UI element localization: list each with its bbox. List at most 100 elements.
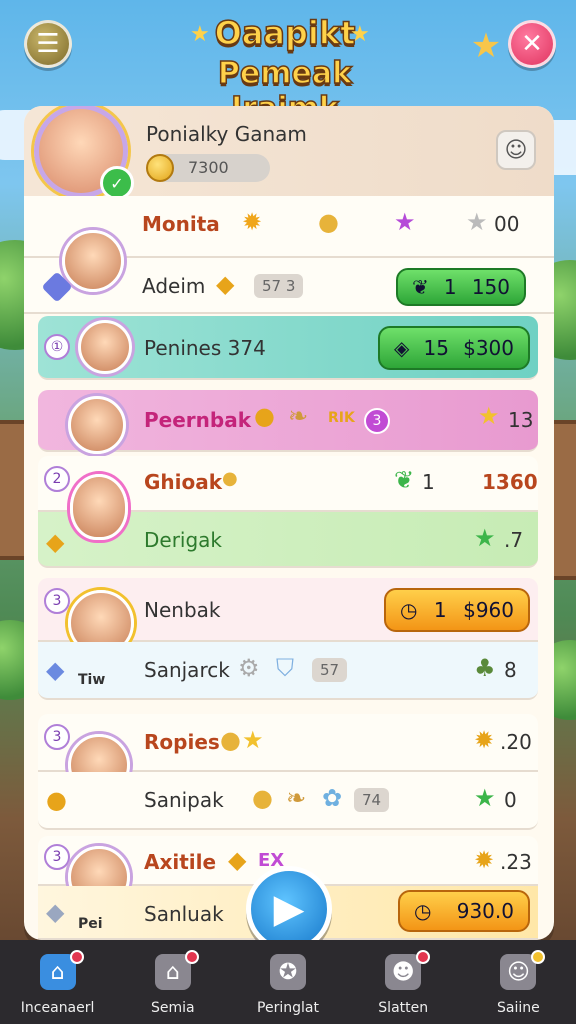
row-label: Ghioak (144, 470, 223, 494)
list-item[interactable]: ◆ Derigak ★ .7 (38, 474, 538, 568)
row-label: Sanjarck (144, 658, 230, 682)
coin-icon: ● (318, 208, 339, 236)
coin-icon (146, 154, 174, 182)
gear-icon: ✿ (322, 784, 343, 812)
list-item[interactable]: ◆ Tiw Sanjarck ⚙ ⛉ 57 ♣ 8 (38, 642, 538, 700)
sun-icon: ✹ (474, 846, 495, 874)
star-icon: ★ (474, 524, 496, 552)
nav-label: Peringlat (257, 1000, 319, 1016)
coin-icon: ● (252, 784, 273, 812)
level-chip: 57 3 (254, 274, 304, 298)
reward-count: 15 (423, 336, 449, 360)
name-tag: Tiw (78, 672, 106, 688)
top-bar: ☰ Oaapikt Pemeak Iraimk ★ ★ ★ ✕ (0, 0, 576, 127)
reward-count: 1 (443, 275, 457, 299)
level-chip: 74 (354, 788, 390, 812)
star-icon: ★ (466, 208, 488, 236)
reward-value: $960 (463, 598, 514, 622)
play-icon: ▶ (273, 886, 305, 932)
gem-icon: ◆ (46, 656, 65, 684)
level-badge: ✓ (100, 166, 134, 200)
row-label: Adeim (142, 274, 206, 298)
rank-badge: ① (44, 334, 70, 360)
star-icon: ★ (478, 402, 500, 430)
notification-dot (530, 950, 545, 964)
nav-item-slatten[interactable]: ☻ Slatten (346, 940, 461, 1024)
gold-icon: ◆ (228, 846, 247, 874)
gem-icon: ◈ (394, 336, 410, 360)
bonus-tag: RIK (328, 410, 355, 426)
coin-balance: 7300 (146, 154, 270, 182)
row-label: Axitile (144, 850, 217, 874)
score: 8 (504, 658, 517, 682)
nav-item-semia[interactable]: ⌂ Semia (115, 940, 230, 1024)
count: 1 (422, 470, 435, 494)
reward-button[interactable]: ◷ 1 $960 (384, 588, 530, 632)
trophy-icon: ✪ (270, 954, 306, 990)
score: .7 (504, 528, 524, 552)
gem-icon: ◆ (46, 898, 65, 926)
row-label: Ropies (144, 730, 220, 754)
close-button[interactable]: ✕ (508, 20, 556, 68)
row-label: Sanipak (144, 788, 224, 812)
coin-icon: ● (46, 786, 67, 814)
list-item[interactable]: 3 Nenbak ◷ 1 $960 (38, 578, 538, 656)
leaderboard-panel: ✓ Ponialky Ganam 7300 ☺ Monita ✹ ● ★ ★ 0… (24, 106, 554, 940)
row-label: Nenbak (144, 598, 221, 622)
shield-icon: ⛉ (276, 654, 294, 682)
star-icon: ★ (470, 26, 502, 66)
coin-icon: ● (222, 468, 238, 489)
nav-label: Slatten (378, 1000, 429, 1016)
level-chip: 57 (312, 658, 348, 682)
tree-icon: ♣ (474, 654, 496, 682)
list-item[interactable]: Adeim ◆ 57 3 ❦ 1 150 (24, 230, 554, 314)
nav-item-home[interactable]: ⌂ Inceanaerl (0, 940, 115, 1024)
reward-count: 1 (433, 598, 447, 622)
player-name: Ponialky Ganam (146, 122, 307, 146)
star-icon: ★ (474, 784, 496, 812)
reward-button[interactable]: ❦ 1 150 (396, 268, 526, 306)
reward-value: 150 (471, 275, 510, 299)
player-profile: ✓ Ponialky Ganam 7300 ☺ (24, 106, 554, 200)
close-icon: ✕ (521, 29, 543, 59)
row-label: Derigak (144, 528, 223, 552)
notification-dot (185, 950, 200, 964)
coin-amount: 7300 (188, 158, 229, 177)
coin-icon: ● (220, 726, 241, 754)
bottom-navigation: ⌂ Inceanaerl ⌂ Semia ✪ Peringlat ☻ Slatt… (0, 940, 576, 1024)
list-item[interactable]: 3 Ropies ● ★ ✹ .20 (38, 714, 538, 796)
avatar (62, 230, 124, 292)
star-icon: ★ (394, 208, 416, 236)
nav-item-peringlat[interactable]: ✪ Peringlat (230, 940, 345, 1024)
emote-button[interactable]: ☺ (496, 130, 536, 170)
list-item[interactable]: ① Penines 374 ◈ 15 $300 (38, 316, 538, 380)
score: 13 (508, 408, 534, 432)
smile-icon: ☺ (504, 137, 528, 163)
favorites-button[interactable]: ★ (462, 22, 510, 70)
nav-item-saiine[interactable]: ☺ Saiine (461, 940, 576, 1024)
score: 0 (504, 788, 517, 812)
reward-button[interactable]: ◷ 930.0 (398, 890, 530, 932)
score: 1360 (482, 470, 538, 494)
menu-button[interactable]: ☰ (24, 20, 72, 68)
score: .23 (500, 850, 532, 874)
avatar (70, 474, 128, 540)
score: .20 (500, 730, 532, 754)
avatar (68, 396, 126, 454)
reward-value: $300 (463, 336, 514, 360)
list-item[interactable]: Peernbak ● ❧ RIK 3 ★ 13 (38, 390, 538, 454)
feather-icon: ❧ (286, 784, 307, 812)
star-icon: ★ (350, 22, 370, 47)
nav-label: Semia (151, 1000, 195, 1016)
gold-icon: ◆ (46, 528, 65, 556)
score: 00 (494, 212, 520, 236)
rank-badge: 3 (44, 844, 70, 870)
notification-dot (70, 950, 84, 964)
list-item[interactable]: ● Sanipak ● ❧ ✿ 74 ★ 0 (38, 772, 538, 830)
reward-value: 930.0 (456, 899, 514, 923)
name-tag: Pei (78, 916, 103, 932)
rank-badge: 2 (44, 466, 70, 492)
reward-button[interactable]: ◈ 15 $300 (378, 326, 530, 370)
rank-badge: 3 (364, 408, 390, 434)
feather-icon: ❧ (288, 402, 309, 430)
